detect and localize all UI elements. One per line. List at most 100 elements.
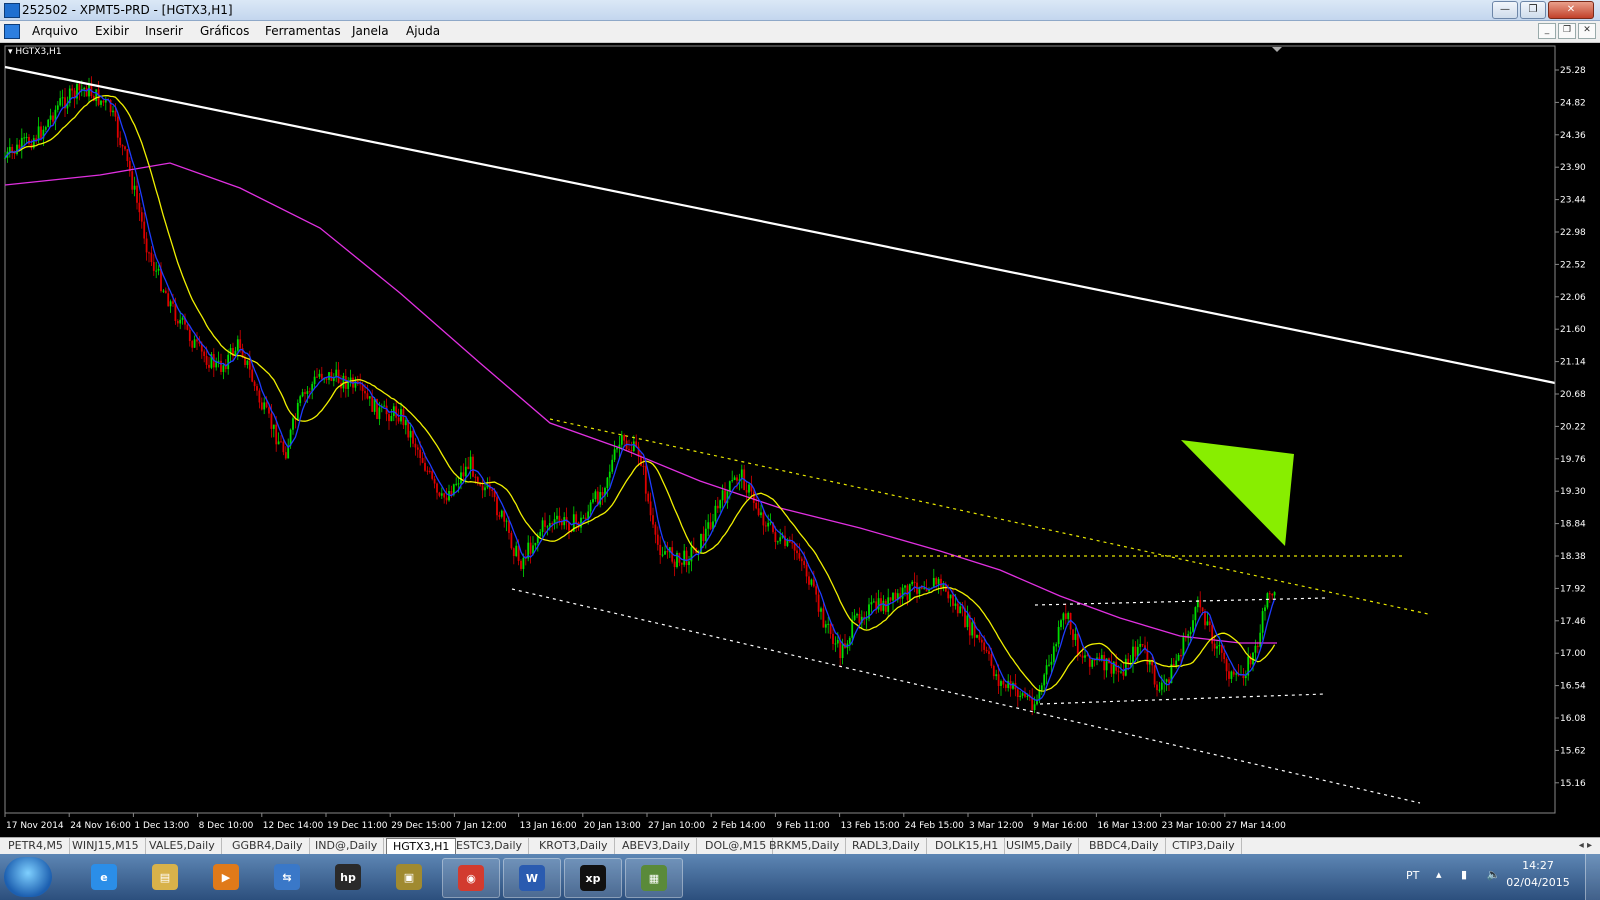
taskbar-xp-app[interactable]: xp [564,858,622,898]
candle-down [208,364,210,368]
candle-up [100,100,102,105]
taskbar-network-app[interactable]: ⇆ [259,858,315,896]
taskbar-internet-explorer[interactable]: e [76,858,132,896]
candle-up [937,578,940,585]
chart-window-icon[interactable] [4,24,20,39]
chart-symbol-label: ▾ HGTX3,H1 [8,47,62,57]
candle-up [767,522,770,527]
taskbar-file-explorer[interactable]: ▤ [137,858,193,896]
ma-fast-line [4,87,1276,702]
taskbar-hp-app[interactable]: hp [320,858,376,896]
candle-up [719,500,722,509]
menu-graficos[interactable]: Gráficos [200,24,249,38]
tab-ctip3-daily[interactable]: CTIP3,Daily [1166,838,1242,854]
tray-icons[interactable]: ▴ ▮ 🔈 [1436,868,1508,881]
tab-abev3-daily[interactable]: ABEV3,Daily [616,838,697,854]
show-desktop-button[interactable] [1585,854,1600,900]
window-controls: — ❐ ✕ [1492,1,1594,19]
candle-down [498,515,501,517]
tab-krot3-daily[interactable]: KROT3,Daily [533,838,615,854]
candle-up [1189,631,1192,635]
candle-down [248,360,251,370]
price-axis-label: 18.84 [1560,520,1586,530]
candle-up [157,268,160,271]
taskbar-chrome[interactable]: ◉ [442,858,500,898]
candle-up [378,407,381,419]
minimize-button[interactable]: — [1492,1,1518,19]
clock-time[interactable]: 14:27 [1506,859,1570,872]
candle-down [796,550,798,554]
candle-down [980,639,983,643]
candle-down [745,490,748,493]
tab-radl3-daily[interactable]: RADL3,Daily [846,838,927,854]
chart-close-button[interactable]: ✕ [1578,23,1596,39]
tab-usim5-daily[interactable]: USIM5,Daily [1000,838,1080,854]
menu-ferramentas[interactable]: Ferramentas [265,24,341,38]
tab-ind-daily[interactable]: IND@,Daily [309,838,385,854]
candle-up [1216,646,1218,649]
candle-down [558,515,561,522]
tab-dolk15-h1[interactable]: DOLK15,H1 [929,838,1006,854]
price-chart[interactable]: 25.28 24.82 24.36 23.90 23.44 22.98 22.52 22.06… [0,43,1600,837]
candle-down [172,301,174,304]
tab-brkm5-daily[interactable]: BRKM5,Daily [763,838,847,854]
tab-scroll-arrows[interactable]: ◂ ▸ [1579,838,1592,854]
candle-down [395,406,398,418]
candle-up [47,119,50,128]
candle-up [704,528,707,542]
maximize-button[interactable]: ❐ [1520,1,1546,19]
candle-up [1043,674,1046,686]
taskbar-word[interactable]: W [503,858,561,898]
candle-up [872,601,875,603]
language-indicator[interactable]: PT [1406,869,1419,882]
candle-down [644,466,647,494]
close-button[interactable]: ✕ [1548,1,1594,19]
candle-up [616,447,618,450]
menu-ajuda[interactable]: Ajuda [406,24,440,38]
chart-restore-button[interactable]: ❐ [1558,23,1576,39]
menu-inserir[interactable]: Inserir [145,24,183,38]
tab-estc3-daily[interactable]: ESTC3,Daily [450,838,530,854]
chart-minimize-button[interactable]: _ [1538,23,1556,39]
chart-canvas[interactable]: 25.28 24.82 24.36 23.90 23.44 22.98 22.52 22.06… [0,43,1600,837]
candle-up [1235,673,1238,675]
candle-down [270,413,273,429]
candle-up [976,635,978,638]
tab-bbdc4-daily[interactable]: BBDC4,Daily [1083,838,1166,854]
candle-down [990,654,993,666]
tab-winj15-m15[interactable]: WINJ15,M15 [66,838,146,854]
candle-up [404,420,407,426]
candle-up [995,674,998,677]
candle-down [467,466,470,470]
start-button[interactable] [4,857,52,897]
candle-up [594,491,597,500]
candle-up [824,624,827,628]
candle-down [253,381,256,387]
candle-down [983,642,986,650]
taskbar-metatrader[interactable]: ▦ [625,858,683,898]
taskbar-archive-app[interactable]: ▣ [381,858,437,896]
candle-down [544,520,546,527]
tab-vale5-daily[interactable]: VALE5,Daily [143,838,222,854]
candle-down [316,376,318,378]
candle-up [728,481,731,492]
candle-down [443,493,446,498]
candle-up [1052,646,1055,662]
tab-hgtx3-h1[interactable]: HGTX3,H1 [386,838,457,854]
menu-exibir[interactable]: Exibir [95,24,129,38]
price-axis-label: 21.60 [1560,325,1586,335]
menu-arquivo[interactable]: Arquivo [32,24,78,38]
tab-petr4-m5[interactable]: PETR4,M5 [2,838,70,854]
candle-down [1086,655,1089,657]
taskbar-media-player[interactable]: ▶ [198,858,254,896]
candle-up [1182,636,1185,657]
candle-down [1098,657,1101,660]
price-axis-label: 19.30 [1560,487,1586,497]
menu-janela[interactable]: Janela [352,24,389,38]
clock-date[interactable]: 02/04/2015 [1506,876,1570,889]
time-axis-label: 3 Mar 12:00 [969,821,1024,831]
candle-down [803,561,806,566]
candle-down [978,635,981,640]
time-axis-label: 27 Mar 14:00 [1226,821,1286,831]
tab-ggbr4-daily[interactable]: GGBR4,Daily [226,838,310,854]
